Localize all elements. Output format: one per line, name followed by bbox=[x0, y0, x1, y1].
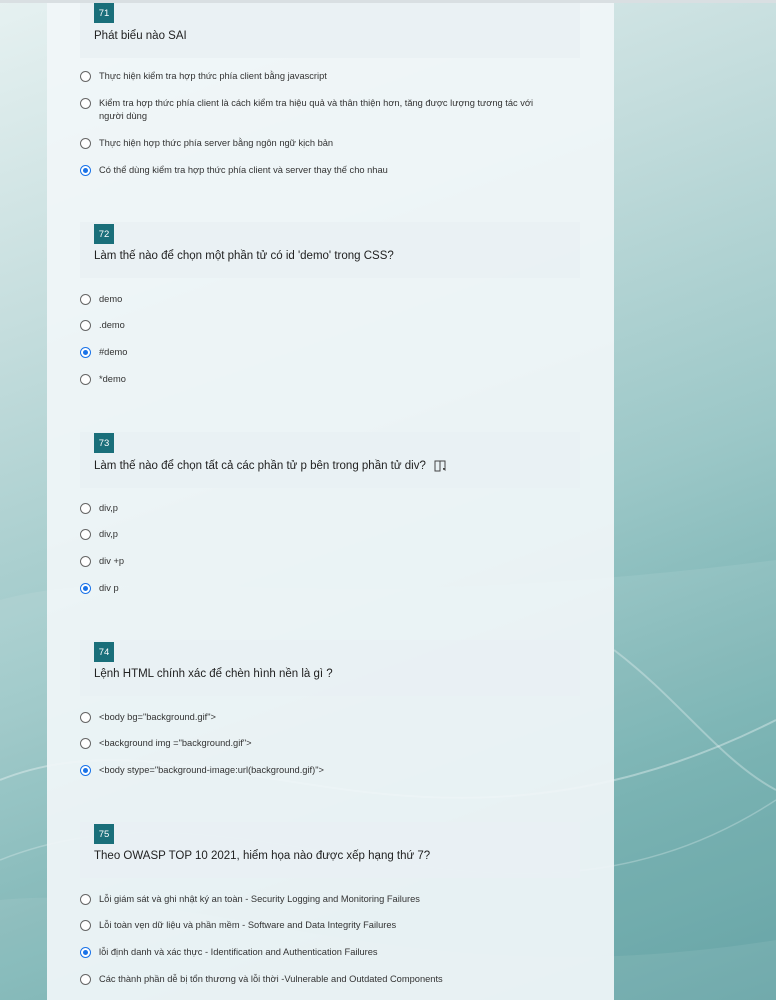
question-text: Phát biểu nào SAI bbox=[94, 30, 187, 42]
answer-option[interactable]: Kiểm tra hợp thức phía client là cách ki… bbox=[80, 96, 550, 121]
answer-option[interactable]: #demo bbox=[80, 345, 550, 363]
answer-option-label[interactable]: Thực hiện kiểm tra hợp thức phía client … bbox=[99, 70, 327, 83]
radio-button[interactable] bbox=[80, 503, 91, 514]
answer-option-label[interactable]: .demo bbox=[99, 319, 125, 332]
answer-option-label[interactable]: lỗi định danh và xác thực - Identificati… bbox=[99, 946, 378, 959]
answer-option[interactable]: Các thành phần dễ bị tổn thương và lỗi t… bbox=[80, 972, 550, 990]
answer-option[interactable]: Thực hiện hợp thức phía server bằng ngôn… bbox=[80, 136, 550, 154]
answer-option-label[interactable]: Lỗi toàn vẹn dữ liệu và phần mềm - Softw… bbox=[99, 919, 396, 932]
radio-button-selected[interactable] bbox=[80, 347, 91, 358]
question-text: Theo OWASP TOP 10 2021, hiểm họa nào đượ… bbox=[94, 850, 430, 862]
answer-option-label[interactable]: Có thể dùng kiểm tra hợp thức phía clien… bbox=[99, 164, 388, 177]
question-text: Lệnh HTML chính xác để chèn hình nền là … bbox=[94, 668, 333, 680]
question-text-label: Phát biểu nào SAI bbox=[94, 30, 187, 42]
radio-button[interactable] bbox=[80, 556, 91, 567]
radio-button[interactable] bbox=[80, 98, 91, 109]
question-text: Làm thế nào để chọn một phần tử có id 'd… bbox=[94, 250, 394, 262]
question-text-label: Lệnh HTML chính xác để chèn hình nền là … bbox=[94, 668, 333, 680]
answer-option[interactable]: Lỗi toàn vẹn dữ liệu và phần mềm - Softw… bbox=[80, 918, 550, 936]
radio-button[interactable] bbox=[80, 712, 91, 723]
immersive-reader-icon[interactable] bbox=[434, 460, 448, 475]
radio-button-selected[interactable] bbox=[80, 583, 91, 594]
answer-option-label[interactable]: <body bg="background.gif"> bbox=[99, 711, 216, 724]
answer-option[interactable]: div p bbox=[80, 581, 550, 599]
answer-option-label[interactable]: #demo bbox=[99, 346, 127, 359]
answer-option[interactable]: div,p bbox=[80, 527, 550, 545]
answer-option[interactable]: Lỗi giám sát và ghi nhật ký an toàn - Se… bbox=[80, 892, 550, 910]
answer-option-label[interactable]: div,p bbox=[99, 502, 118, 515]
answer-option-label[interactable]: Thực hiện hợp thức phía server bằng ngôn… bbox=[99, 137, 333, 150]
answer-option-label[interactable]: demo bbox=[99, 293, 122, 306]
answer-option[interactable]: demo bbox=[80, 292, 550, 310]
answer-option-label[interactable]: *demo bbox=[99, 373, 126, 386]
question-number-badge: 75 bbox=[94, 824, 114, 844]
answer-option-label[interactable]: div +p bbox=[99, 555, 124, 568]
answer-option[interactable]: .demo bbox=[80, 318, 550, 336]
radio-button-selected[interactable] bbox=[80, 165, 91, 176]
question-text: Làm thế nào để chọn tất cả các phần tử p… bbox=[94, 460, 446, 472]
question-number-badge: 72 bbox=[94, 224, 114, 244]
answer-option-label[interactable]: div p bbox=[99, 582, 119, 595]
quiz-panel: 71 Phát biểu nào SAI Thực hiện kiểm tra hợ… bbox=[47, 3, 614, 1000]
answer-option-label[interactable]: <body stype="background-image:url(backgr… bbox=[99, 764, 324, 777]
question-number-badge: 74 bbox=[94, 642, 114, 662]
question-text-label: Làm thế nào để chọn tất cả các phần tử p… bbox=[94, 460, 426, 472]
radio-button[interactable] bbox=[80, 138, 91, 149]
radio-button[interactable] bbox=[80, 320, 91, 331]
radio-button[interactable] bbox=[80, 738, 91, 749]
answer-option[interactable]: Có thể dùng kiểm tra hợp thức phía clien… bbox=[80, 163, 550, 181]
answer-option[interactable]: <background img ="background.gif"> bbox=[80, 736, 550, 754]
radio-button[interactable] bbox=[80, 374, 91, 385]
answer-option-label[interactable]: Lỗi giám sát và ghi nhật ký an toàn - Se… bbox=[99, 893, 420, 906]
radio-button-selected[interactable] bbox=[80, 765, 91, 776]
answer-option[interactable]: <body bg="background.gif"> bbox=[80, 710, 550, 728]
question-text-label: Làm thế nào để chọn một phần tử có id 'd… bbox=[94, 250, 394, 262]
question-number-badge: 73 bbox=[94, 433, 114, 453]
answer-option-label[interactable]: div,p bbox=[99, 528, 118, 541]
answer-option[interactable]: lỗi định danh và xác thực - Identificati… bbox=[80, 945, 550, 963]
answer-option[interactable]: *demo bbox=[80, 372, 550, 390]
answer-option[interactable]: Thực hiện kiểm tra hợp thức phía client … bbox=[80, 69, 550, 87]
question-number-badge: 71 bbox=[94, 3, 114, 23]
answer-option[interactable]: div +p bbox=[80, 554, 550, 572]
answer-option[interactable]: div,p bbox=[80, 501, 550, 519]
radio-button[interactable] bbox=[80, 920, 91, 931]
answer-option-label[interactable]: Các thành phần dễ bị tổn thương và lỗi t… bbox=[99, 973, 443, 986]
radio-button[interactable] bbox=[80, 974, 91, 985]
radio-button[interactable] bbox=[80, 294, 91, 305]
radio-button-selected[interactable] bbox=[80, 947, 91, 958]
answer-option-label[interactable]: <background img ="background.gif"> bbox=[99, 737, 252, 750]
answer-option[interactable]: <body stype="background-image:url(backgr… bbox=[80, 763, 550, 781]
answer-option-label[interactable]: Kiểm tra hợp thức phía client là cách ki… bbox=[99, 97, 549, 123]
radio-button[interactable] bbox=[80, 529, 91, 540]
radio-button[interactable] bbox=[80, 71, 91, 82]
radio-button[interactable] bbox=[80, 894, 91, 905]
question-text-label: Theo OWASP TOP 10 2021, hiểm họa nào đượ… bbox=[94, 850, 431, 862]
